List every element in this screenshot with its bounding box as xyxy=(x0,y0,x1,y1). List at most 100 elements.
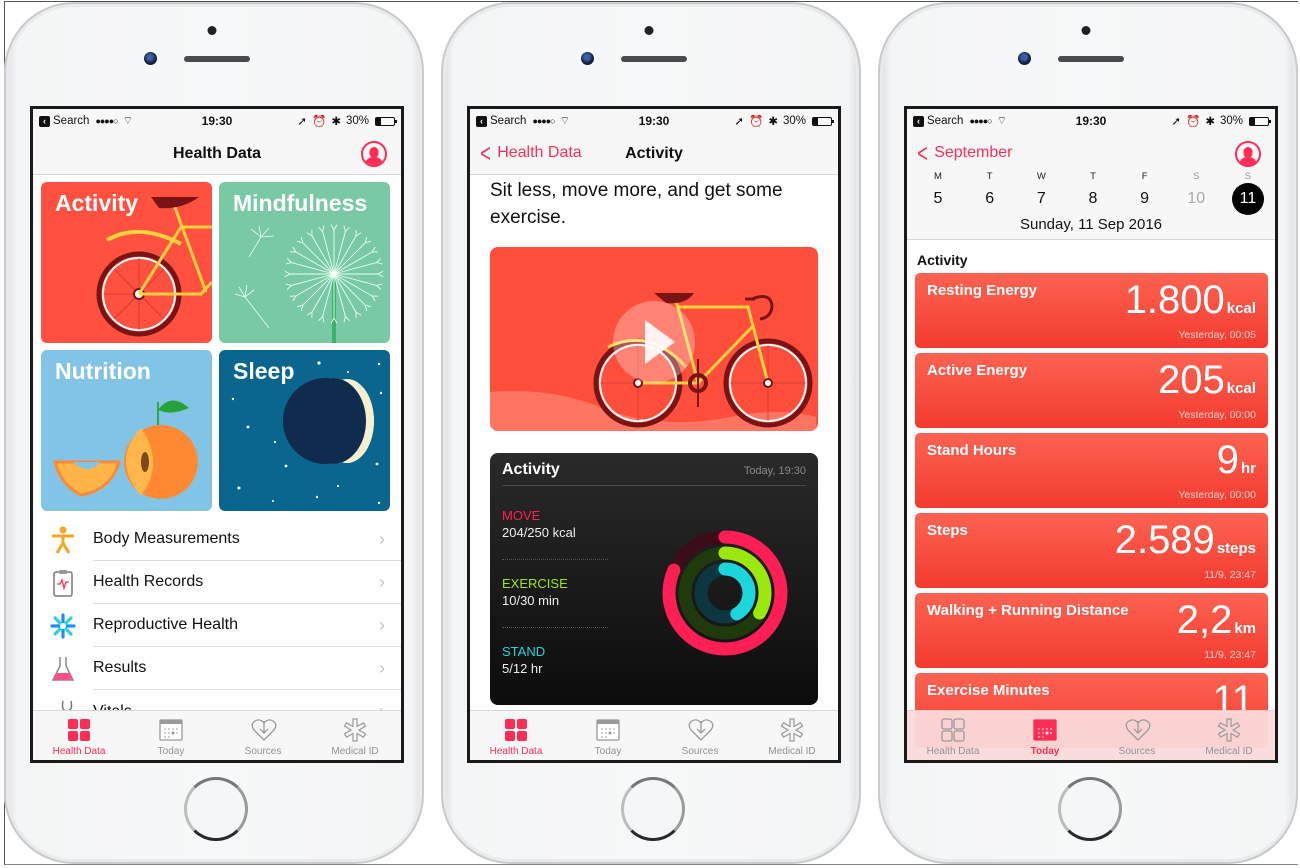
tab-health-data[interactable]: Health Data xyxy=(33,711,125,760)
signal-icon: ●●●●○ xyxy=(532,116,555,126)
metric-card[interactable]: Active Energy 205 kcal Yesterday, 00:00 xyxy=(915,353,1268,428)
home-button[interactable] xyxy=(621,777,685,841)
home-button[interactable] xyxy=(184,777,248,841)
flask-icon xyxy=(33,655,93,683)
home-button[interactable] xyxy=(1058,777,1122,841)
tab-medical-id[interactable]: Medical ID xyxy=(309,711,401,760)
day-button[interactable]: 7 xyxy=(1021,182,1061,216)
activity-video[interactable] xyxy=(490,247,818,431)
location-icon: ➚ xyxy=(1171,116,1181,128)
metric-value: 2,2 xyxy=(1176,598,1233,642)
tab-health-data[interactable]: Health Data xyxy=(470,711,562,760)
day-button[interactable]: 5 xyxy=(918,182,958,216)
front-camera xyxy=(581,52,594,65)
metric-value: 2.589 xyxy=(1114,518,1215,562)
metric-timestamp: Yesterday, 00:00 xyxy=(1178,489,1256,501)
tab-medical-id[interactable]: Medical ID xyxy=(746,711,838,760)
nav-bar: < September xyxy=(907,133,1275,171)
signal-icon: ●●●●○ xyxy=(969,116,992,126)
tile-label: Mindfulness xyxy=(233,190,368,216)
bluetooth-icon: ✱ xyxy=(1205,116,1215,128)
weekday-name: F xyxy=(1141,171,1148,182)
battery-icon xyxy=(812,116,834,126)
tile-nutrition[interactable]: Nutrition xyxy=(41,350,212,511)
list-item-health-records[interactable]: Health Records › xyxy=(33,561,401,604)
metric-label: MOVE xyxy=(502,508,541,523)
tab-medical-id[interactable]: Medical ID xyxy=(1183,711,1275,760)
proximity-sensor xyxy=(207,26,217,35)
day-button[interactable]: 10 xyxy=(1176,182,1216,216)
back-app-label: Search xyxy=(490,115,527,127)
metric-timestamp: 11/9, 23:47 xyxy=(1204,649,1256,661)
health-data-screen: ‹ Search ●●●●○ ⌔ 19:30 ➚ ⏰ ✱ 30% Health D… xyxy=(30,106,404,763)
proximity-sensor xyxy=(644,26,654,35)
metric-name: Steps xyxy=(927,522,968,539)
tile-activity[interactable]: Activity xyxy=(41,182,212,343)
back-to-app[interactable]: ‹ Search xyxy=(476,115,526,127)
metric-reading: 205 kcal xyxy=(1158,357,1256,403)
metric-card[interactable]: Steps 2.589 steps 11/9, 23:47 xyxy=(915,513,1268,588)
profile-icon[interactable] xyxy=(1235,141,1261,167)
health-data-grid-icon xyxy=(67,718,91,742)
list-item-reproductive-health[interactable]: Reproductive Health › xyxy=(33,604,401,647)
metric-card[interactable]: Walking + Running Distance 2,2 km 11/9, 23:… xyxy=(915,593,1268,668)
tab-bar: Health Data Today Sources Medical ID xyxy=(470,710,838,760)
tab-today[interactable]: Today xyxy=(125,711,217,760)
back-label: September xyxy=(934,144,1013,161)
metric-value: 5/12 hr xyxy=(502,661,543,676)
chevron-left-icon: < xyxy=(917,138,928,168)
snowflake-flower-icon xyxy=(33,612,93,639)
tab-label: Health Data xyxy=(926,746,980,757)
divider xyxy=(502,559,608,560)
battery-percent: 30% xyxy=(782,115,806,127)
chevron-right-icon: › xyxy=(379,658,385,678)
day-button[interactable]: 9 xyxy=(1125,182,1165,216)
back-to-app[interactable]: ‹ Search xyxy=(39,115,89,127)
activity-screen: ‹ Search ●●●●○ ⌔ 19:30 ➚ ⏰ ✱ 30% < Health … xyxy=(467,106,841,763)
selected-day[interactable]: 11 xyxy=(1228,182,1268,216)
tab-health-data[interactable]: Health Data xyxy=(907,711,999,760)
profile-icon[interactable] xyxy=(361,141,387,167)
clock: 19:30 xyxy=(201,114,233,128)
intro-text: Sit less, move more, and get some exerci… xyxy=(490,180,783,228)
asterisk-icon xyxy=(1217,718,1241,742)
calendar-icon xyxy=(596,718,620,742)
card-header: Activity Today, 19:30 xyxy=(502,453,806,486)
location-icon: ➚ xyxy=(734,116,744,128)
list-item-results[interactable]: Results › xyxy=(33,647,401,690)
metric-timestamp: Yesterday, 00:00 xyxy=(1178,409,1256,421)
phone-3: ‹ Search ●●●●○ ⌔ 19:30 ➚ ⏰ ✱ 30% < Septemb… xyxy=(878,2,1298,864)
back-arrow-icon: ‹ xyxy=(913,115,924,127)
category-tiles: Activity Mindfulness Nutrition Sleep xyxy=(33,175,401,518)
list-item-body-measurements[interactable]: Body Measurements › xyxy=(33,518,401,561)
activity-summary-card[interactable]: Activity Today, 19:30 MOVE 204/250 kcal … xyxy=(490,453,818,705)
card-title: Activity xyxy=(502,461,560,478)
tile-mindfulness[interactable]: Mindfulness xyxy=(219,182,390,343)
back-to-app[interactable]: ‹ Search xyxy=(913,115,963,127)
tab-sources[interactable]: Sources xyxy=(217,711,309,760)
metric-value: 204/250 kcal xyxy=(502,525,576,540)
metric-value: 9 xyxy=(1216,438,1239,482)
tab-sources[interactable]: Sources xyxy=(654,711,746,760)
back-button[interactable]: < Health Data xyxy=(478,140,581,166)
nav-bar: Health Data xyxy=(33,133,401,175)
tab-today[interactable]: Today xyxy=(562,711,654,760)
metric-card[interactable]: Stand Hours 9 hr Yesterday, 00:00 xyxy=(915,433,1268,508)
metric-card[interactable]: Resting Energy 1.800 kcal Yesterday, 00:05 xyxy=(915,273,1268,348)
asterisk-icon xyxy=(780,718,804,742)
weekday-name: W xyxy=(1036,171,1046,182)
metric-unit: kcal xyxy=(1226,300,1256,317)
metric-name: Resting Energy xyxy=(927,282,1038,299)
alarm-icon: ⏰ xyxy=(749,116,764,128)
section-title: Activity xyxy=(917,252,968,268)
heart-download-icon xyxy=(1125,718,1151,742)
back-button[interactable]: < September xyxy=(915,138,1013,168)
tab-today[interactable]: Today xyxy=(999,711,1091,760)
category-list: Body Measurements › Health Records › Rep… xyxy=(33,518,401,733)
day-button[interactable]: 6 xyxy=(970,182,1010,216)
day-button[interactable]: 8 xyxy=(1073,182,1113,216)
tab-label: Health Data xyxy=(489,746,543,757)
tab-sources[interactable]: Sources xyxy=(1091,711,1183,760)
metric-timestamp: 11/9, 23:47 xyxy=(1204,569,1256,581)
tile-sleep[interactable]: Sleep xyxy=(219,350,390,511)
